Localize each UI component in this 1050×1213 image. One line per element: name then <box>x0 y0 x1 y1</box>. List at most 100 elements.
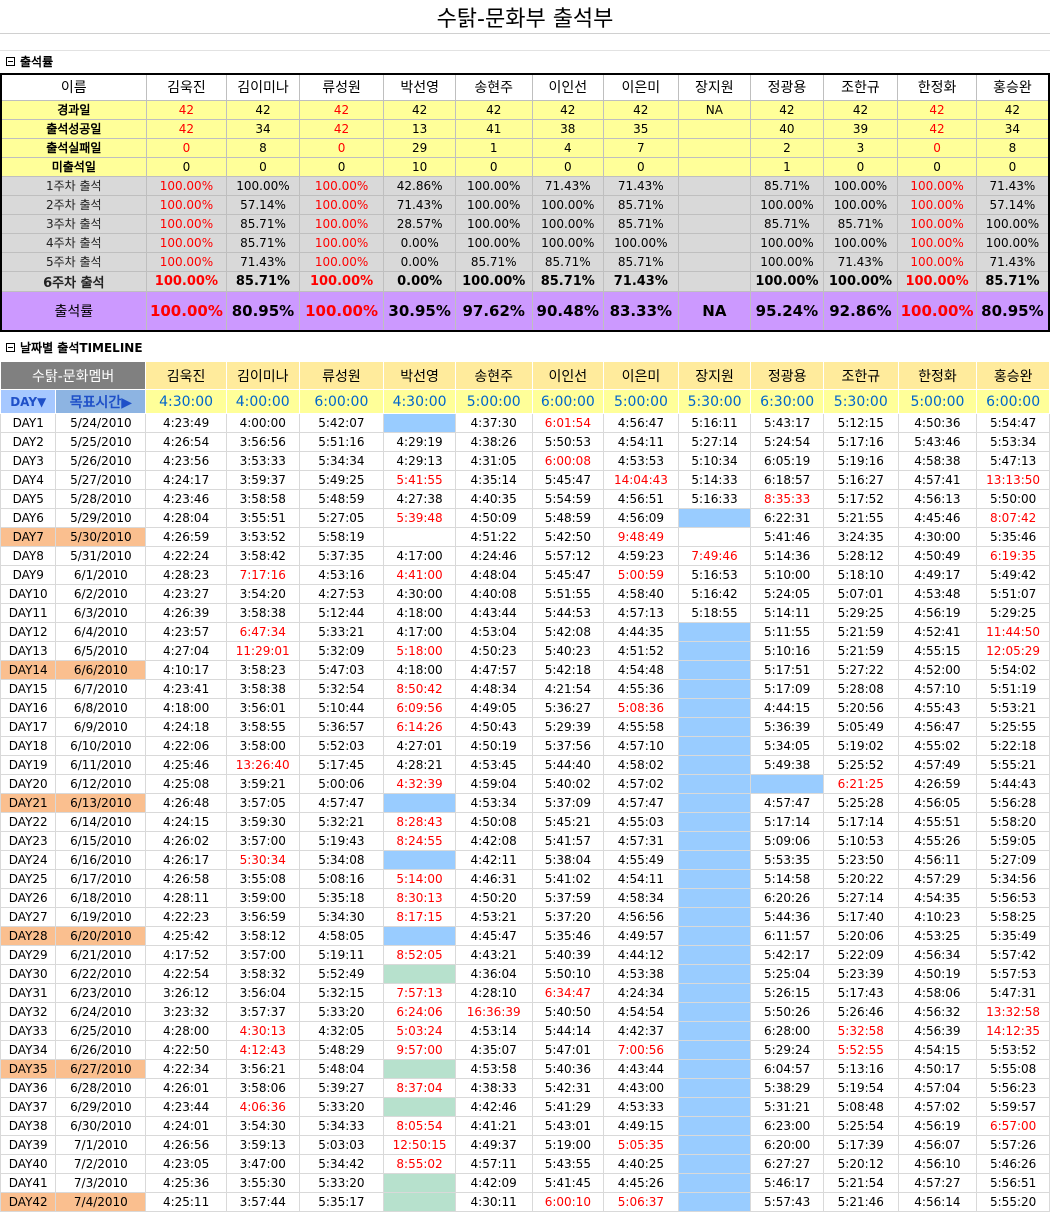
stat-cell[interactable]: 42 <box>975 99 1050 120</box>
time-cell[interactable]: 6:23:00 <box>750 1116 824 1136</box>
time-cell[interactable]: 4:48:34 <box>454 679 533 699</box>
time-cell[interactable]: 3:57:00 <box>225 831 300 851</box>
time-cell[interactable]: 5:57:12 <box>531 546 605 566</box>
time-cell[interactable]: 5:25:54 <box>822 1116 899 1136</box>
time-cell[interactable]: 5:53:35 <box>750 850 824 870</box>
stat-cell[interactable]: 0 <box>603 156 679 177</box>
time-cell[interactable]: 12:05:29 <box>976 641 1050 661</box>
time-cell[interactable]: 8:28:43 <box>383 812 456 832</box>
rate-cell[interactable]: 100.00% <box>145 290 228 332</box>
stat-cell[interactable]: 4 <box>531 137 605 158</box>
time-cell[interactable]: 8:55:02 <box>383 1154 456 1174</box>
date-cell[interactable]: 6/22/2010 <box>55 964 147 984</box>
time-cell[interactable]: 4:46:31 <box>454 869 533 889</box>
time-cell[interactable]: 8:30:13 <box>383 888 456 908</box>
time-cell[interactable]: 5:17:51 <box>750 660 824 680</box>
time-cell[interactable]: 5:49:42 <box>976 565 1050 585</box>
time-cell[interactable]: 4:23:49 <box>145 413 227 433</box>
date-cell[interactable]: 6/23/2010 <box>55 983 147 1003</box>
time-cell[interactable]: 4:22:54 <box>145 964 227 984</box>
time-cell[interactable]: 4:42:09 <box>454 1173 533 1193</box>
week-cell[interactable]: 0.00% <box>383 251 456 272</box>
time-cell[interactable]: 4:55:58 <box>603 717 679 737</box>
week-cell[interactable]: 100.00% <box>750 251 824 272</box>
time-cell[interactable]: 4:55:02 <box>897 736 978 756</box>
time-cell[interactable]: 5:48:29 <box>298 1040 385 1060</box>
week-cell[interactable]: 100.00% <box>822 270 899 292</box>
time-cell[interactable]: 5:43:46 <box>897 432 978 452</box>
stat-cell[interactable]: 42 <box>145 118 228 139</box>
stat-cell[interactable]: 0 <box>531 156 605 177</box>
time-cell[interactable] <box>383 850 456 870</box>
time-cell[interactable]: 5:25:52 <box>822 755 899 775</box>
time-cell[interactable]: 4:23:56 <box>145 451 227 471</box>
time-cell[interactable] <box>677 1192 752 1212</box>
time-cell[interactable] <box>677 1021 752 1041</box>
time-cell[interactable] <box>677 1002 752 1022</box>
date-cell[interactable]: 6/21/2010 <box>55 945 147 965</box>
time-cell[interactable]: 4:23:05 <box>145 1154 227 1174</box>
stat-cell[interactable]: 3 <box>822 137 899 158</box>
section-header-attendance[interactable]: 출석률 <box>0 52 1050 71</box>
week-cell[interactable] <box>677 194 752 215</box>
time-cell[interactable]: 5:30:34 <box>225 850 300 870</box>
time-cell[interactable]: 5:56:23 <box>976 1078 1050 1098</box>
time-cell[interactable]: 4:50:20 <box>454 888 533 908</box>
time-cell[interactable]: 4:32:05 <box>298 1021 385 1041</box>
time-cell[interactable] <box>677 907 752 927</box>
time-cell[interactable]: 5:39:48 <box>383 508 456 528</box>
time-cell[interactable]: 5:52:55 <box>822 1040 899 1060</box>
stat-cell[interactable]: 13 <box>383 118 456 139</box>
day-label[interactable]: DAY29 <box>0 945 57 965</box>
time-cell[interactable]: 5:20:56 <box>822 698 899 718</box>
time-cell[interactable]: 4:22:24 <box>145 546 227 566</box>
time-cell[interactable]: 5:54:59 <box>531 489 605 509</box>
time-cell[interactable]: 4:40:08 <box>454 584 533 604</box>
week-cell[interactable]: 85.71% <box>603 194 679 215</box>
time-cell[interactable]: 4:25:08 <box>145 774 227 794</box>
time-cell[interactable]: 5:17:40 <box>822 907 899 927</box>
time-cell[interactable]: 4:55:36 <box>603 679 679 699</box>
stat-cell[interactable]: 39 <box>822 118 899 139</box>
member-name[interactable]: 홍승완 <box>976 361 1050 390</box>
time-cell[interactable] <box>677 812 752 832</box>
date-cell[interactable]: 6/14/2010 <box>55 812 147 832</box>
time-cell[interactable] <box>677 983 752 1003</box>
time-cell[interactable]: 4:45:26 <box>603 1173 679 1193</box>
time-cell[interactable]: 4:43:21 <box>454 945 533 965</box>
time-cell[interactable]: 5:10:44 <box>298 698 385 718</box>
time-cell[interactable]: 5:21:55 <box>822 508 899 528</box>
stat-cell[interactable]: 8 <box>226 137 300 158</box>
time-cell[interactable]: 5:29:24 <box>750 1040 824 1060</box>
time-cell[interactable] <box>383 964 456 984</box>
time-cell[interactable]: 4:49:15 <box>603 1116 679 1136</box>
date-cell[interactable]: 5/25/2010 <box>55 432 147 452</box>
time-cell[interactable]: 5:41:57 <box>531 831 605 851</box>
stat-cell[interactable]: 0 <box>822 156 899 177</box>
date-cell[interactable]: 5/27/2010 <box>55 470 147 490</box>
day-label[interactable]: DAY37 <box>0 1097 57 1117</box>
week-cell[interactable]: 100.00% <box>298 194 385 215</box>
stat-cell[interactable]: 29 <box>383 137 456 158</box>
date-cell[interactable]: 6/27/2010 <box>55 1059 147 1079</box>
time-cell[interactable]: 5:22:18 <box>976 736 1050 756</box>
week-cell[interactable]: 100.00% <box>454 270 533 292</box>
time-cell[interactable]: 5:34:08 <box>298 850 385 870</box>
week-label[interactable]: 2주차 출석 <box>0 194 147 215</box>
time-cell[interactable]: 5:21:59 <box>822 641 899 661</box>
date-cell[interactable]: 5/31/2010 <box>55 546 147 566</box>
time-cell[interactable]: 5:36:57 <box>298 717 385 737</box>
time-cell[interactable]: 4:17:00 <box>383 622 456 642</box>
time-cell[interactable]: 5:17:39 <box>822 1135 899 1155</box>
time-cell[interactable]: 4:25:36 <box>145 1173 227 1193</box>
date-cell[interactable]: 6/6/2010 <box>55 660 147 680</box>
day-sort-button[interactable]: DAY▼ <box>0 389 57 414</box>
time-cell[interactable]: 4:44:12 <box>603 945 679 965</box>
date-cell[interactable]: 6/8/2010 <box>55 698 147 718</box>
time-cell[interactable]: 5:24:05 <box>750 584 824 604</box>
time-cell[interactable]: 5:34:05 <box>750 736 824 756</box>
time-cell[interactable]: 4:56:47 <box>603 413 679 433</box>
rate-cell[interactable]: 92.86% <box>822 290 899 332</box>
week-cell[interactable]: 100.00% <box>298 270 385 292</box>
time-cell[interactable]: 5:10:53 <box>822 831 899 851</box>
